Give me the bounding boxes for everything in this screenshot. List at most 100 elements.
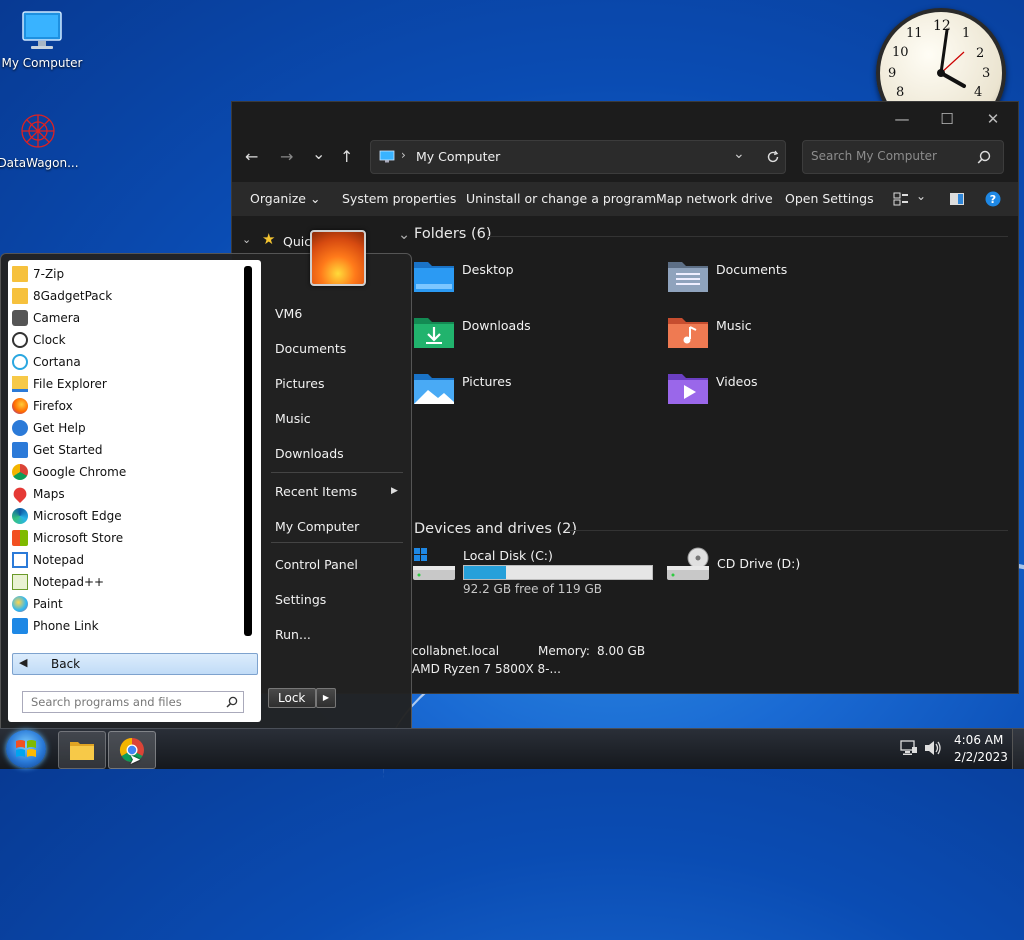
start-right-item-my-computer[interactable]: My Computer [275,519,359,534]
help-icon[interactable]: ? [985,191,1001,207]
program-item-maps[interactable]: Maps [10,483,242,505]
recent-locations-button[interactable]: ⌄ [312,144,325,163]
drive-label: Local Disk (C:) [463,548,553,563]
minimize-button[interactable]: — [884,108,920,130]
network-icon[interactable] [900,740,918,756]
start-right-item-documents[interactable]: Documents [275,341,346,356]
view-options-icon[interactable] [893,192,909,206]
drive-cd-d[interactable]: CD Drive (D:) [666,546,866,586]
power-options-button[interactable]: ▶ [316,688,336,708]
folders-section-header[interactable]: Folders (6) [414,226,492,242]
close-button[interactable]: ✕ [975,108,1011,130]
taskbar-date[interactable]: 2/2/2023 [954,750,1008,764]
programs-list-panel: 7-Zip 8GadgetPack Camera Clock Cortana File E… [8,260,261,722]
start-right-item-vm6[interactable]: VM6 [275,306,302,321]
program-label: Firefox [33,399,73,413]
start-right-item-pictures[interactable]: Pictures [275,376,325,391]
desktop-icon-label: My Computer [1,56,83,70]
system-properties-button[interactable]: System properties [342,191,456,206]
uninstall-program-button[interactable]: Uninstall or change a program [466,191,656,206]
program-label: Get Started [33,443,103,457]
program-item-camera[interactable]: Camera [12,307,242,329]
breadcrumb-my-computer[interactable]: My Computer [416,149,500,164]
command-bar: Organize ⌄ System properties Uninstall o… [232,182,1018,216]
start-search-box[interactable]: Search programs and files [22,691,244,713]
program-label: Paint [33,597,63,611]
search-input[interactable]: Search My Computer [811,149,937,163]
clock-number-10: 10 [892,45,909,60]
program-item-paint[interactable]: Paint [12,593,242,615]
program-item-file-explorer[interactable]: File Explorer [12,373,242,395]
start-right-item-control-panel[interactable]: Control Panel [275,557,358,572]
address-dropdown-icon[interactable]: ⌄ [733,146,745,162]
details-memory-label: Memory: [538,644,590,658]
program-item-clock[interactable]: Clock [12,329,242,351]
right-divider [271,542,403,543]
taskbar-file-explorer[interactable] [58,731,106,769]
program-item-7-zip[interactable]: 7-Zip [12,263,242,285]
start-right-item-settings[interactable]: Settings [275,592,326,607]
videos-folder-icon [668,374,708,404]
program-item-microsoft-edge[interactable]: Microsoft Edge [12,505,242,527]
start-right-item-run[interactable]: Run... [275,627,311,642]
taskbar-chrome[interactable]: ➤ [108,731,156,769]
program-item-phone-link[interactable]: Phone Link [12,615,242,637]
folders-collapse-icon[interactable]: ⌄ [398,227,410,243]
program-item-get-started[interactable]: Get Started [12,439,242,461]
get-started-icon [12,442,28,458]
program-item-firefox[interactable]: Firefox [12,395,242,417]
drive-usage-fill [464,566,507,579]
drive-local-disk-c[interactable]: Local Disk (C:) 92.2 GB free of 119 GB [412,546,654,596]
start-right-item-downloads[interactable]: Downloads [275,446,344,461]
firefox-icon [12,398,28,414]
preview-pane-icon[interactable] [949,192,965,206]
volume-icon[interactable] [924,740,942,756]
expand-chevron-icon[interactable]: ⌄ [242,233,251,246]
program-item-8gadgetpack[interactable]: 8GadgetPack [12,285,242,307]
program-label: Microsoft Edge [33,509,122,523]
program-item-google-chrome[interactable]: Google Chrome [12,461,242,483]
program-label: Clock [33,333,66,347]
refresh-icon[interactable] [766,150,780,164]
view-dropdown-icon[interactable]: ⌄ [916,189,926,203]
show-desktop-button[interactable] [1012,729,1024,769]
map-network-drive-button[interactable]: Map network drive [656,191,773,206]
back-button[interactable]: ← [245,147,258,166]
clock-number-3: 3 [982,66,991,81]
drives-section-header[interactable]: Devices and drives (2) [414,521,577,537]
desktop-icon-datawagon[interactable]: DataWagon... [0,108,80,170]
svg-text:?: ? [990,193,996,206]
program-item-cortana[interactable]: Cortana [12,351,242,373]
recent-items-arrow-icon: ▶ [391,486,398,496]
program-item-get-help[interactable]: Get Help [12,417,242,439]
lock-button[interactable]: Lock [268,688,316,708]
address-bar[interactable]: › My Computer ⌄ [370,140,786,174]
program-item-notepad[interactable]: Notepad [12,549,242,571]
program-label: Camera [33,311,81,325]
start-button[interactable] [6,730,46,768]
start-right-item-music[interactable]: Music [275,411,311,426]
back-button[interactable]: ◀ Back [12,653,258,675]
taskbar-time[interactable]: 4:06 AM [954,733,1003,747]
clock-icon [12,332,28,348]
desktop-icon-my-computer[interactable]: My Computer [0,8,84,70]
program-item-notepad[interactable]: Notepad++ [12,571,242,593]
maximize-button[interactable]: ☐ [929,108,965,130]
search-icon[interactable] [977,150,991,164]
start-right-item-recent-items[interactable]: Recent Items [275,484,357,499]
start-search-input[interactable]: Search programs and files [31,695,182,709]
organize-menu[interactable]: Organize ⌄ [250,191,320,206]
program-item-microsoft-store[interactable]: Microsoft Store [12,527,242,549]
folder-icon [12,288,28,304]
right-divider [271,472,403,473]
open-settings-button[interactable]: Open Settings [785,191,874,206]
title-bar[interactable]: — ☐ ✕ [232,102,1018,136]
user-avatar[interactable] [310,230,366,286]
programs-scrollbar[interactable] [244,266,252,636]
forward-button[interactable]: → [280,147,293,166]
downloads-folder-icon [414,318,454,348]
up-button[interactable]: ↑ [340,147,353,166]
program-label: Phone Link [33,619,99,633]
sidebar-item-quick-access[interactable]: Quic [283,234,311,249]
search-box[interactable]: Search My Computer [802,140,1004,174]
